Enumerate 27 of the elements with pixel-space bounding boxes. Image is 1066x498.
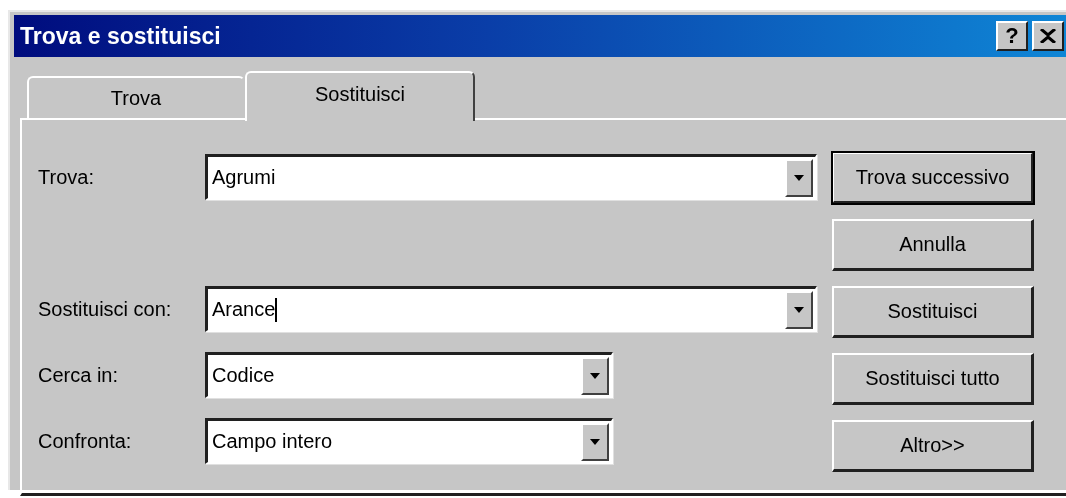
field-label: Confronta: — [38, 429, 133, 453]
field-label: Cerca in: — [38, 363, 120, 387]
dropdown-button[interactable] — [785, 290, 813, 329]
dropdown-button[interactable] — [785, 158, 813, 197]
help-button[interactable]: ? — [996, 21, 1028, 51]
combo-box[interactable]: Campo intero — [205, 418, 613, 464]
dialog-button[interactable]: Altro>> — [832, 420, 1034, 472]
dialog-button[interactable]: Annulla — [832, 219, 1034, 271]
dropdown-button[interactable] — [581, 356, 609, 395]
field-label: Trova: — [38, 165, 95, 189]
caret-icon — [590, 438, 600, 445]
combo-box[interactable]: Codice — [205, 352, 613, 398]
close-button[interactable] — [1032, 21, 1064, 51]
tab[interactable]: Sostituisci — [245, 71, 475, 121]
close-icon — [1040, 29, 1056, 43]
caret-icon — [590, 372, 600, 379]
caret-icon — [794, 306, 804, 313]
caret-icon — [794, 174, 804, 181]
dialog-button[interactable]: Trova successivo — [832, 152, 1034, 204]
dropdown-button[interactable] — [581, 422, 609, 461]
dialog-button[interactable]: Sostituisci — [832, 286, 1034, 338]
combo-box[interactable]: Arance — [205, 286, 817, 332]
field-label: Sostituisci con: — [38, 297, 173, 321]
dialog-button[interactable]: Sostituisci tutto — [832, 353, 1034, 405]
tab[interactable]: Trova — [27, 76, 245, 118]
window-title: Trova e sostituisci — [20, 22, 222, 50]
combo-box[interactable]: Agrumi — [205, 154, 817, 200]
